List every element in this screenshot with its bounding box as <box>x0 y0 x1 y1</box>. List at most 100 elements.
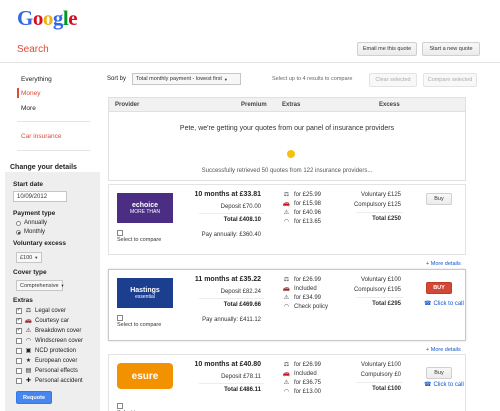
extra-price-text: for £36.75 <box>294 379 322 386</box>
extra-option[interactable]: ✚ Personal accident <box>16 377 83 384</box>
compare-option[interactable]: Select to compare <box>117 230 161 243</box>
extra-checkbox[interactable] <box>16 357 22 364</box>
provider-logo-text: Hastings <box>130 286 160 294</box>
extra-price: ◠ Check policy <box>283 303 329 311</box>
nav-active-indicator <box>17 88 19 98</box>
provider-logo[interactable]: Hastings essential <box>117 278 173 308</box>
extra-checkbox[interactable]: ✓ <box>16 307 22 314</box>
email-quote-button[interactable]: Email me this quote <box>357 42 417 56</box>
extra-option[interactable]: ★ European cover <box>16 357 77 364</box>
extra-price: ◠ for £13.00 <box>283 388 321 396</box>
extra-option[interactable]: ◠ Windscreen cover <box>16 337 83 344</box>
extra-checkbox[interactable] <box>16 377 22 384</box>
extra-checkbox[interactable] <box>16 367 22 374</box>
start-date-label: Start date <box>13 181 43 188</box>
excess-compulsory: Compulsory £0 <box>360 372 401 378</box>
buy-button[interactable]: Buy <box>426 367 452 379</box>
excess-total: Total £295 <box>372 301 401 307</box>
cover-type-select[interactable]: Comprehensive ▼ <box>16 280 65 291</box>
gavel-icon: ⚖ <box>283 362 290 368</box>
extra-checkbox[interactable]: ✓ <box>16 317 22 324</box>
excess-divider <box>356 382 403 383</box>
premium-monthly: 10 months at £40.80 <box>194 361 261 368</box>
extra-price-text: Included <box>294 370 317 377</box>
compare-label: Select to compare <box>117 322 162 328</box>
compare-checkbox[interactable] <box>117 315 123 321</box>
column-premium: Premium <box>241 102 267 108</box>
extra-checkbox[interactable] <box>16 347 22 354</box>
buy-button[interactable]: BUY <box>426 282 452 294</box>
quote-card: esure Select to compare 10 months at £40.8… <box>108 354 466 411</box>
more-details-link[interactable]: + More details <box>426 261 461 267</box>
click-to-call-link[interactable]: ☎ Click to call <box>424 381 464 389</box>
cover-type-label: Cover type <box>13 269 47 276</box>
provider-logo[interactable]: esure <box>117 363 173 389</box>
results-table-header: Provider Premium Extras Excess <box>108 97 466 112</box>
car-icon: 🚗 <box>282 371 291 377</box>
extra-option[interactable]: ✓ ⚠ Breakdown cover <box>16 327 81 334</box>
chevron-down-icon: ▼ <box>223 76 228 82</box>
extra-checkbox[interactable]: ✓ <box>16 327 22 334</box>
tow-truck-icon: ⚠ <box>25 328 32 334</box>
extra-option[interactable]: ▣ NCD protection <box>16 347 76 354</box>
tow-truck-icon: ⚠ <box>283 380 290 386</box>
extra-label: NCD protection <box>35 347 77 354</box>
excess-total: Total £250 <box>372 216 401 222</box>
click-to-call-label: Click to call <box>433 381 464 388</box>
extra-label: Windscreen cover <box>35 337 84 344</box>
more-details-link[interactable]: + More details <box>426 347 461 353</box>
phone-icon: ☎ <box>424 382 432 388</box>
extra-price: ◠ for £13.65 <box>283 218 321 226</box>
change-details-panel <box>5 172 100 411</box>
nav-item-car-insurance[interactable]: Car insurance <box>21 133 61 140</box>
provider-logo-text: echoice <box>131 201 159 209</box>
nav-item-everything[interactable]: Everything <box>21 76 52 83</box>
extra-label: Personal effects <box>35 367 78 374</box>
extra-label: Legal cover <box>35 307 67 314</box>
click-to-call-label: Click to call <box>433 300 464 307</box>
page-title: Search <box>17 44 49 55</box>
premium-deposit: Deposit £70.00 <box>220 204 261 210</box>
extra-option[interactable]: ▤ Personal effects <box>16 367 78 374</box>
premium-divider <box>199 383 264 384</box>
extra-price: ⚠ for £36.75 <box>283 379 322 387</box>
sort-select[interactable]: Total monthly payment - lowest first ▼ <box>132 73 241 85</box>
nav-item-more[interactable]: More <box>21 105 36 112</box>
payment-annually-radio[interactable]: Annually <box>16 220 47 226</box>
compare-option[interactable]: Select to compare <box>117 315 161 328</box>
payment-monthly-radio[interactable]: Monthly <box>16 229 45 235</box>
car-icon: 🚗 <box>24 318 33 324</box>
provider-logo[interactable]: echoice MORE THAN <box>117 193 173 223</box>
extra-option[interactable]: ✓ ⚖ Legal cover <box>16 307 66 314</box>
premium-total: Total £469.66 <box>223 302 261 308</box>
extra-price: 🚗 Included <box>283 285 317 293</box>
extra-label: Courtesy car <box>35 317 70 324</box>
start-new-quote-button[interactable]: Start a new quote <box>422 42 480 56</box>
compare-selected-button[interactable]: Compare selected <box>423 73 477 87</box>
premium-monthly: 11 months at £35.22 <box>194 276 261 283</box>
buy-button[interactable]: Buy <box>426 193 452 205</box>
nav-item-money[interactable]: Money <box>21 90 41 97</box>
loading-message: Pete, we're getting your quotes from our… <box>179 125 395 132</box>
extra-checkbox[interactable] <box>16 337 22 344</box>
extra-price: ⚖ for £25.99 <box>283 191 321 199</box>
compare-checkbox[interactable] <box>117 230 123 236</box>
google-logo[interactable]: Google <box>17 6 78 31</box>
phone-icon: ☎ <box>424 301 432 307</box>
premium-total: Total £486.11 <box>224 387 261 393</box>
loading-spinner-icon <box>287 150 295 158</box>
requote-button[interactable]: Requote <box>16 391 52 404</box>
premium-monthly: 10 months at £33.81 <box>194 191 261 198</box>
voluntary-excess-select[interactable]: £100 ▼ <box>16 252 42 263</box>
extra-label: Breakdown cover <box>35 327 82 334</box>
clear-selected-button[interactable]: Clear selected <box>369 73 417 87</box>
extra-option[interactable]: ✓ 🚗 Courtesy car <box>16 317 69 324</box>
excess-divider <box>356 297 403 298</box>
excess-voluntary: Voluntary £100 <box>360 362 401 368</box>
gavel-icon: ⚖ <box>283 192 290 198</box>
compare-checkbox[interactable] <box>117 403 123 409</box>
click-to-call-link[interactable]: ☎ Click to call <box>424 300 464 308</box>
start-date-input[interactable]: 10/09/2012 <box>13 191 67 202</box>
compare-option[interactable]: Select to compare <box>117 403 161 411</box>
extra-price-text: Check policy <box>294 303 329 310</box>
